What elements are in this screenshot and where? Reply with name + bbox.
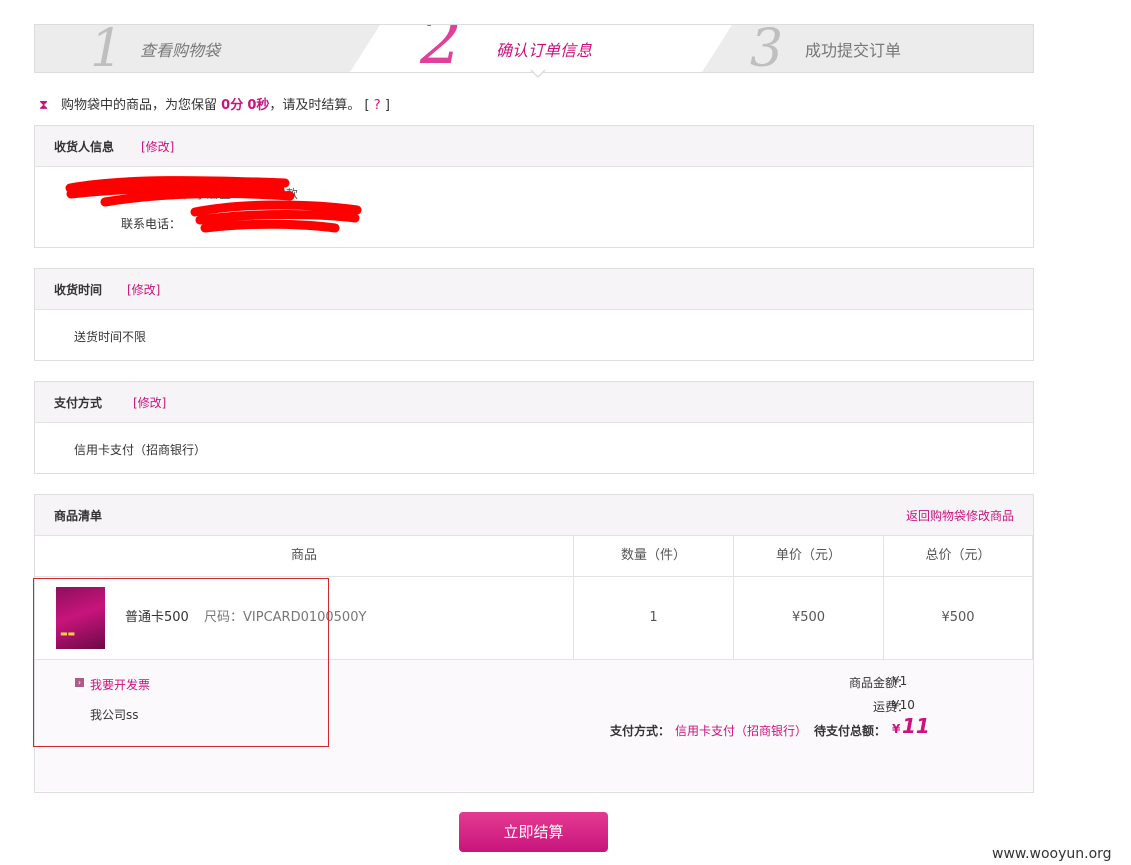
payment-value: 信用卡支付（招商银行） [74,443,207,457]
product-unit-price: ¥500 [734,577,884,659]
col-unit-price: 单价（元） [734,536,884,576]
watermark: www.wooyun.org [992,846,1112,862]
notice-seconds: 0秒 [247,98,270,113]
delivery-time-header: 收货时间 [修改] [35,269,1033,310]
payment-panel: 支付方式 [修改] 信用卡支付（招商银行） [34,381,1034,474]
payment-edit-link[interactable]: [修改] [133,394,166,411]
notice-suffix: ，请及时结算。 [269,98,361,113]
reservation-notice: ⧗ 购物袋中的商品，为您保留 0分 0秒，请及时结算。 [ ? ] [39,96,390,116]
receiver-title: 收货人信息 [54,140,115,154]
amount-due-label: 待支付总额： [814,724,887,738]
notice-prefix: 购物袋中的商品，为您保留 [61,98,218,113]
delivery-time-value: 送货时间不限 [74,330,147,344]
step-2-number: 2 [420,24,462,73]
delivery-time-panel: 收货时间 [修改] 送货时间不限 [34,268,1034,361]
summary-pay-method-label: 支付方式： [610,724,671,738]
payment-header: 支付方式 [修改] [35,382,1033,423]
summary-pay-method: 信用卡支付（招商银行） [675,724,808,738]
product-list-title: 商品清单 [54,509,103,523]
step-3-label: 成功提交订单 [805,41,902,60]
col-quantity: 数量（件） [574,536,734,576]
help-bracket-open: [ [364,98,370,113]
step-1-label: 查看购物袋 [140,41,221,60]
receiver-panel: 收货人信息 [修改] 太原市 小店区 ... 上代付款 联系电话： [34,125,1034,248]
notice-minutes: 0分 [221,98,244,113]
back-to-cart-link[interactable]: 返回购物袋修改商品 [906,507,1014,524]
shipping-fee: ¥10 [892,698,915,712]
goods-amount: ¥1 [892,674,908,688]
hourglass-icon: ⧗ [39,98,49,113]
checkout-step-bar: 1 查看购物袋 2 确认订单信息 3 成功提交订单 [34,24,1034,73]
step-2-label: 确认订单信息 [496,41,593,60]
product-table-header: 商品 数量（件） 单价（元） 总价（元） [35,536,1033,577]
step-3: 3 成功提交订单 [750,25,1010,72]
col-product: 商品 [35,536,574,576]
product-quantity: 1 [574,577,734,659]
product-total: ¥500 [884,577,1033,659]
amount-due-currency: ¥ [892,722,901,736]
step-1[interactable]: 1 查看购物袋 [90,25,330,72]
col-total: 总价（元） [884,536,1033,576]
receiver-panel-header: 收货人信息 [修改] [35,126,1033,167]
step-1-number: 1 [90,24,124,73]
amount-due: 11 [902,714,930,738]
help-link[interactable]: ? [374,98,381,113]
delivery-time-title: 收货时间 [54,283,103,297]
receiver-edit-link[interactable]: [修改] [141,138,174,155]
delivery-time-edit-link[interactable]: [修改] [127,281,160,298]
step-2: 2 确认订单信息 [420,25,680,72]
highlight-box [33,578,329,747]
step-indicator-caret-inner [531,69,545,76]
payment-title: 支付方式 [54,396,103,410]
step-3-number: 3 [750,24,784,73]
product-list-header: 商品清单 返回购物袋修改商品 [35,495,1033,536]
submit-order-button[interactable]: 立即结算 [459,812,608,852]
redaction-scribble [65,176,362,233]
help-bracket-close: ] [384,98,390,113]
